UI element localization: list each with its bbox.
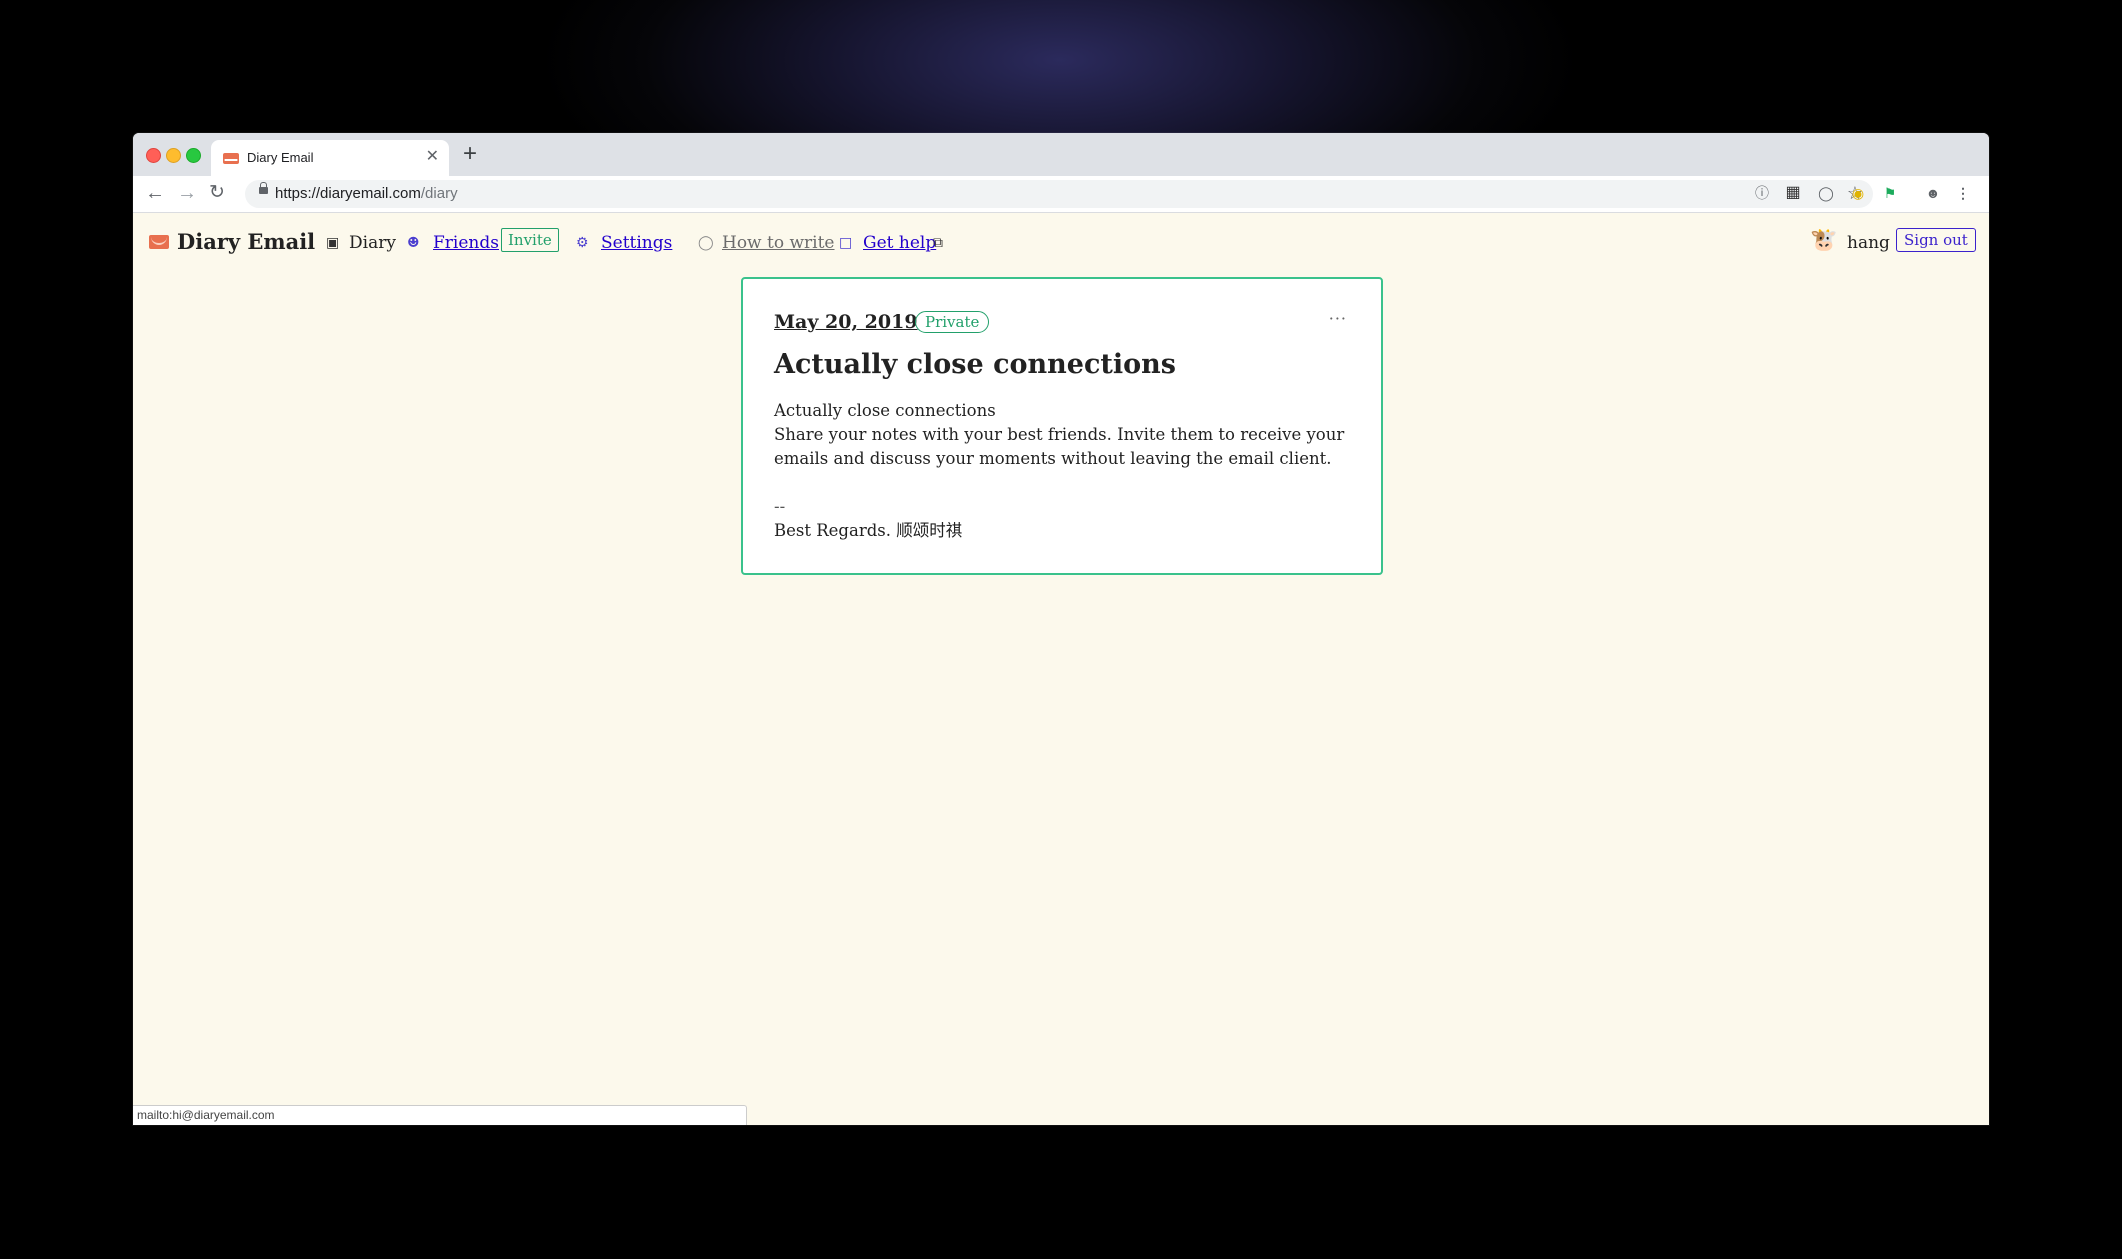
new-tab-button[interactable]: + — [463, 141, 477, 167]
entry-body: Actually close connections Share your no… — [774, 399, 1354, 543]
browser-window: Diary Email ✕ + ← → ↻ https://diaryemail… — [133, 133, 1989, 1125]
nav-get-help[interactable]: Get help — [863, 233, 936, 253]
username: hang — [1847, 233, 1890, 253]
brand-name[interactable]: Diary Email — [177, 229, 315, 254]
status-bar-url: mailto:hi@diaryemail.com — [133, 1105, 747, 1125]
nav-friends[interactable]: Friends — [433, 233, 499, 253]
copy-icon[interactable]: ⧉ — [933, 235, 943, 251]
friends-icon: ☻ — [407, 235, 420, 251]
settings-icon: ⚙ — [576, 235, 589, 251]
user-avatar[interactable]: 🐮 — [1809, 226, 1839, 256]
lock-icon — [259, 182, 268, 194]
eye-extension-icon[interactable]: ◉ — [1850, 185, 1866, 201]
close-window-button[interactable] — [146, 148, 161, 163]
info-extension-icon[interactable]: ⓘ — [1754, 185, 1770, 201]
entry-date-link[interactable]: May 20, 2019 — [774, 311, 918, 333]
signature: Best Regards. 顺颂时祺 — [774, 521, 963, 540]
entry-body-line: Actually close connections — [774, 401, 996, 420]
visibility-badge: Private — [915, 311, 990, 333]
browser-toolbar: ← → ↻ https://diaryemail.com/diary ☆ ⓘ ▦… — [133, 176, 1989, 213]
url-text: https://diaryemail.com/diary — [275, 185, 458, 202]
maximize-window-button[interactable] — [186, 148, 201, 163]
forward-icon[interactable]: → — [177, 181, 197, 205]
back-icon[interactable]: ← — [145, 181, 165, 205]
envelope-icon — [223, 153, 239, 164]
envelope-logo-icon — [149, 235, 169, 249]
profile-avatar-icon[interactable]: ☻ — [1925, 185, 1941, 201]
tab-diary-email[interactable]: Diary Email ✕ — [211, 140, 449, 176]
diary-entry-card: May 20, 2019 Private ··· Actually close … — [741, 277, 1383, 575]
more-options-icon[interactable]: ··· — [1329, 309, 1347, 328]
chrome-menu-icon[interactable]: ⋮ — [1955, 185, 1971, 201]
signature-separator: -- — [774, 497, 786, 516]
pocket-extension-icon[interactable]: ◯ — [1818, 185, 1834, 201]
app-header: Diary Email ▣ Diary ☻ Friends Invite ⚙ S… — [133, 213, 1989, 273]
nav-diary[interactable]: Diary — [349, 233, 396, 253]
chat-icon: □ — [839, 235, 853, 251]
flag-extension-icon[interactable]: ⚑ — [1882, 185, 1898, 201]
lightbulb-icon: ◯ — [698, 235, 714, 251]
address-bar[interactable]: https://diaryemail.com/diary ☆ — [245, 180, 1873, 208]
close-tab-icon[interactable]: ✕ — [426, 147, 439, 167]
sign-out-button[interactable]: Sign out — [1896, 228, 1976, 252]
tab-strip: Diary Email ✕ + — [133, 133, 1989, 176]
invite-button[interactable]: Invite — [501, 228, 559, 252]
reload-icon[interactable]: ↻ — [209, 181, 225, 205]
minimize-window-button[interactable] — [166, 148, 181, 163]
qr-code-extension-icon[interactable]: ▦ — [1785, 185, 1801, 201]
entry-body-line: Share your notes with your best friends.… — [774, 425, 1345, 468]
tab-title: Diary Email — [247, 150, 314, 165]
nav-how-to-write[interactable]: How to write — [722, 233, 835, 253]
diary-icon: ▣ — [326, 235, 340, 251]
entry-title: Actually close connections — [774, 349, 1176, 380]
nav-settings[interactable]: Settings — [601, 233, 672, 253]
